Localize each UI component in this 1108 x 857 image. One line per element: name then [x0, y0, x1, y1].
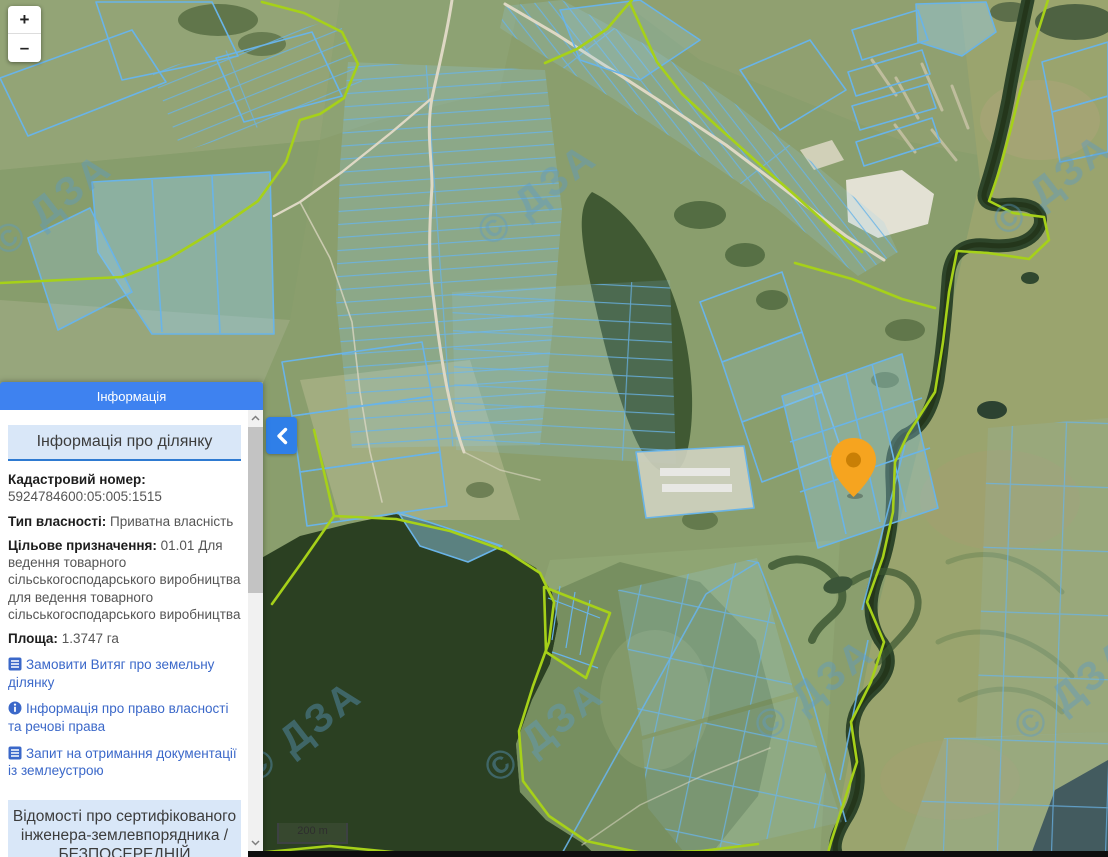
link-ownership-rights[interactable]: Інформація про право власності та речові… [8, 700, 241, 735]
document-list-icon [8, 657, 22, 671]
section-title-engineer-info: Відомості про сертифікованого інженера-з… [8, 800, 241, 857]
map-scale-bar: 200 m [277, 823, 348, 844]
field-label: Площа: [8, 631, 58, 646]
panel-title: Інформація [97, 389, 167, 404]
link-order-extract[interactable]: Замовити Витяг про земельну ділянку [8, 656, 241, 691]
field-value: 5924784600:05:005:1515 [8, 489, 162, 504]
panel-scrollbar[interactable] [248, 410, 263, 851]
link-request-documentation[interactable]: Запит на отримання документації із земле… [8, 745, 241, 780]
field-value: Приватна власність [110, 514, 233, 529]
zoom-in-button[interactable]: + [8, 6, 41, 34]
panel-content: Інформація про ділянку Кадастровий номер… [0, 410, 248, 857]
field-label: Кадастровий номер: [8, 471, 241, 488]
map-viewer: © ДЗА © ДЗА © ДЗА © ДЗА © ДЗА © ДЗА © ДЗ… [0, 0, 1108, 857]
map-zoom-control: + – [8, 6, 41, 62]
collapse-panel-button[interactable] [266, 417, 297, 454]
scrollbar-thumb[interactable] [248, 427, 263, 593]
link-label: Замовити Витяг про земельну ділянку [8, 657, 214, 690]
zoom-out-button[interactable]: – [8, 34, 41, 62]
field-area: Площа: 1.3747 га [8, 630, 241, 647]
link-label: Запит на отримання документації із земле… [8, 746, 237, 779]
field-ownership-type: Тип власності: Приватна власність [8, 513, 241, 530]
bottom-strip [248, 851, 1108, 857]
scrollbar-up-arrow-icon[interactable] [248, 410, 263, 426]
field-label: Тип власності: [8, 514, 106, 529]
field-label: Цільове призначення: [8, 538, 157, 553]
info-panel-header: Інформація [0, 382, 263, 410]
field-cadastral-number: Кадастровий номер: 5924784600:05:005:151… [8, 471, 241, 506]
field-designated-purpose: Цільове призначення: 01.01 Для ведення т… [8, 537, 241, 623]
info-panel: Інформація Інформація про ділянку Кадаст… [0, 382, 263, 857]
document-list-icon [8, 746, 22, 760]
info-panel-body: Інформація про ділянку Кадастровий номер… [0, 410, 263, 857]
section-title-parcel-info: Інформація про ділянку [8, 425, 241, 461]
link-label: Інформація про право власності та речові… [8, 701, 229, 734]
field-value: 1.3747 га [62, 631, 119, 646]
scrollbar-down-arrow-icon[interactable] [248, 835, 263, 851]
scale-bar-label: 200 m [297, 825, 328, 837]
info-circle-icon [8, 701, 22, 715]
chevron-left-icon [276, 427, 288, 445]
